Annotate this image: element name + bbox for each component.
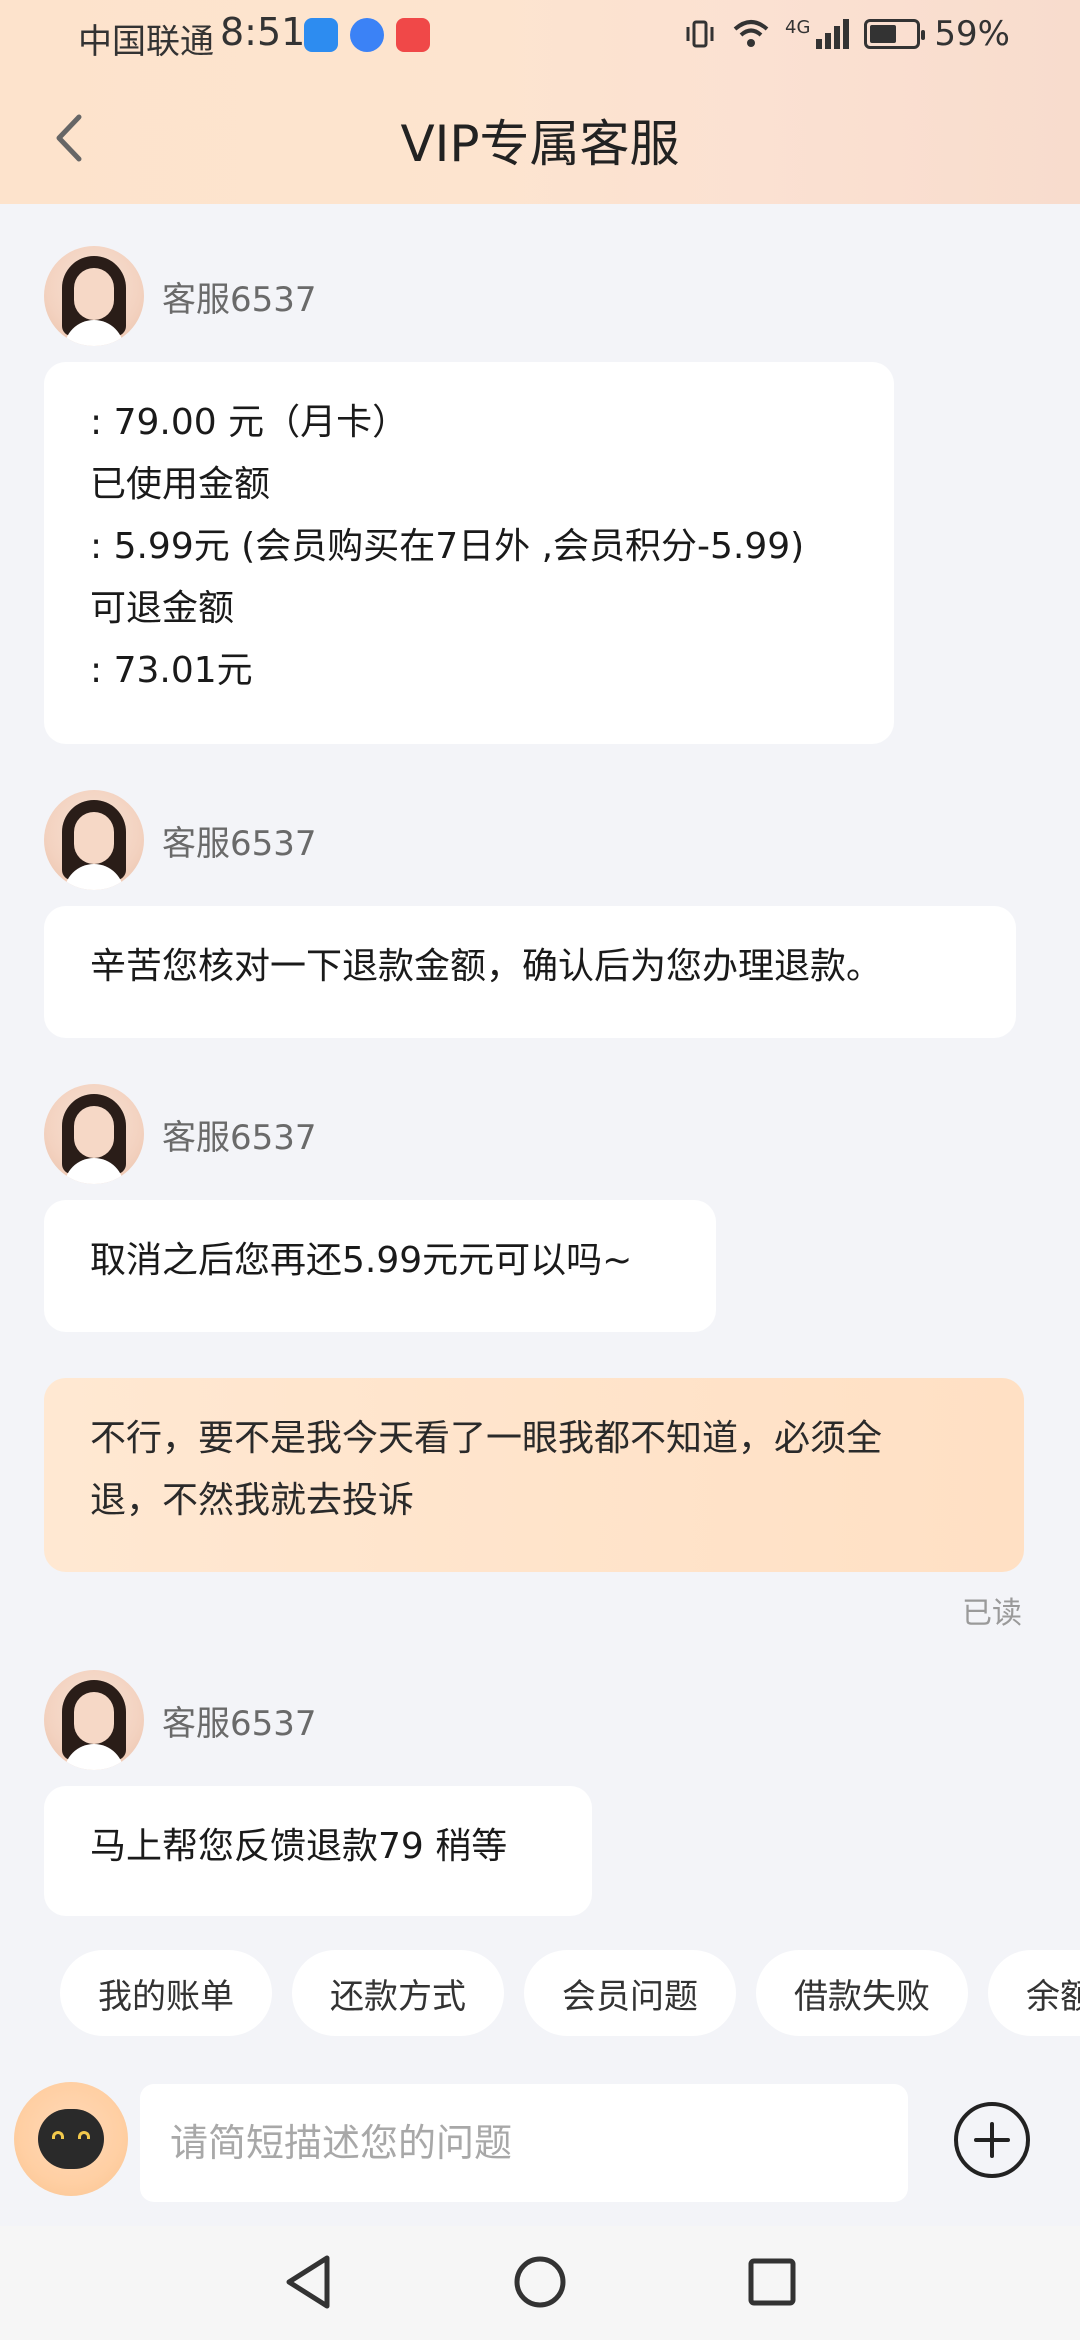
signal-icon <box>816 19 850 49</box>
my-message-bubble: 不行，要不是我今天看了一眼我都不知道，必须全 退，不然我就去投诉 <box>44 1378 1024 1572</box>
status-app-icons <box>304 18 430 52</box>
status-time: 8:51 <box>220 10 306 54</box>
plus-icon <box>974 2122 1010 2158</box>
bot-face-icon <box>38 2109 104 2169</box>
agent-name: 客服6537 <box>162 279 317 320</box>
read-status: 已读 <box>962 1596 1022 1631</box>
quick-reply-chip[interactable]: 会员问题 <box>524 1950 736 2036</box>
status-bar: 中国联通 8:51 4G 59% <box>0 0 1080 75</box>
agent-name: 客服6537 <box>162 1117 317 1158</box>
system-back-button[interactable] <box>278 2252 338 2312</box>
agent-name: 客服6537 <box>162 1703 317 1744</box>
nav-bar: VIP专属客服 <box>0 90 1080 190</box>
message-line: 取消之后您再还5.99元元可以吗~ <box>90 1240 633 1281</box>
quick-reply-chip[interactable]: 还款方式 <box>292 1950 504 2036</box>
message-input[interactable] <box>140 2084 908 2202</box>
agent-header: 客服6537 <box>44 1084 317 1184</box>
message-line: 辛苦您核对一下退款金额，确认后为您办理退款。 <box>90 946 883 987</box>
agent-message-bubble: 取消之后您再还5.99元元可以吗~ <box>44 1200 716 1332</box>
assistant-bot-button[interactable] <box>14 2082 128 2196</box>
network-type: 4G <box>785 16 811 38</box>
message-line: 已使用金额 <box>90 464 271 505</box>
agent-header: 客服6537 <box>44 246 317 346</box>
battery-fill <box>870 25 897 43</box>
message-line: : 79.00 元（月卡） <box>90 402 409 443</box>
agent-message-bubble: 马上帮您反馈退款79 稍等 <box>44 1786 592 1916</box>
status-indicators: 4G 59% <box>683 14 1010 54</box>
message-line: 不行，要不是我今天看了一眼我都不知道，必须全 <box>90 1418 883 1459</box>
carrier-name: 中国联通 <box>78 22 214 62</box>
message-line: 可退金额 <box>90 588 235 629</box>
shield-app-icon <box>304 18 338 52</box>
agent-header: 客服6537 <box>44 1670 317 1770</box>
quick-reply-bar: 我的账单 还款方式 会员问题 借款失败 余额 <box>60 1950 1080 2036</box>
wifi-icon <box>733 20 769 47</box>
page-title: VIP专属客服 <box>400 115 680 173</box>
agent-message-bubble: 辛苦您核对一下退款金额，确认后为您办理退款。 <box>44 906 1016 1038</box>
message-line: 马上帮您反馈退款79 稍等 <box>90 1826 508 1867</box>
quick-reply-chip[interactable]: 余额 <box>988 1950 1080 2036</box>
system-nav-bar <box>0 2226 1080 2340</box>
agent-header: 客服6537 <box>44 790 317 890</box>
agent-message-bubble: : 79.00 元（月卡） 已使用金额 : 5.99元 (会员购买在7日外 ,会… <box>44 362 894 744</box>
system-recents-button[interactable] <box>742 2252 802 2312</box>
battery-icon <box>864 19 926 49</box>
agent-name: 客服6537 <box>162 823 317 864</box>
message-line: 退，不然我就去投诉 <box>90 1480 415 1521</box>
input-bar <box>0 2060 1080 2226</box>
message-line: : 5.99元 (会员购买在7日外 ,会员积分-5.99) <box>90 526 805 567</box>
square-recents-icon <box>748 2258 796 2306</box>
circle-home-icon <box>514 2256 566 2308</box>
battery-percent: 59% <box>934 14 1010 54</box>
vibrate-icon <box>686 20 714 48</box>
header: 中国联通 8:51 4G 59% VIP专属客服 <box>0 0 1080 204</box>
agent-avatar[interactable] <box>44 790 144 890</box>
browser-app-icon <box>350 18 384 52</box>
system-home-button[interactable] <box>510 2252 570 2312</box>
quick-reply-chip[interactable]: 我的账单 <box>60 1950 272 2036</box>
store-app-icon <box>396 18 430 52</box>
agent-avatar[interactable] <box>44 1670 144 1770</box>
agent-avatar[interactable] <box>44 246 144 346</box>
more-options-button[interactable] <box>954 2102 1030 2178</box>
agent-avatar[interactable] <box>44 1084 144 1184</box>
triangle-back-icon <box>286 2255 330 2309</box>
quick-reply-chip[interactable]: 借款失败 <box>756 1950 968 2036</box>
message-line: : 73.01元 <box>90 650 253 691</box>
